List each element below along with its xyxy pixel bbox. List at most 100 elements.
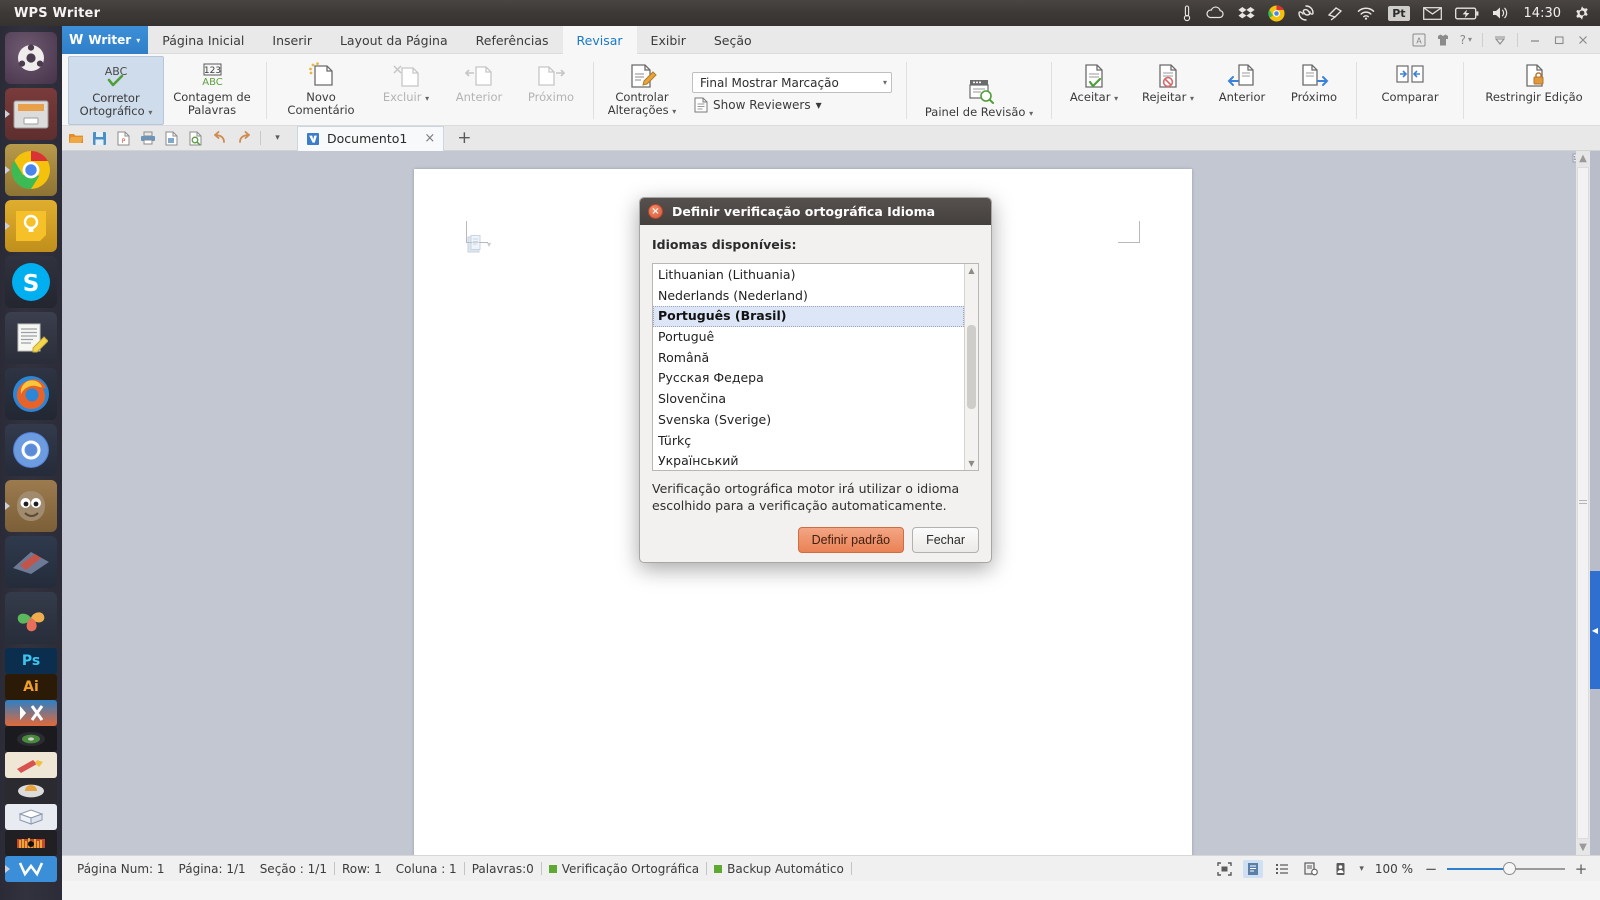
- delete-comment-button[interactable]: Excluir ▾: [369, 56, 443, 125]
- find-icon[interactable]: [187, 130, 204, 147]
- chevron-down-icon[interactable]: ▾: [1114, 94, 1118, 103]
- reject-change-button[interactable]: Rejeitar ▾: [1130, 56, 1206, 125]
- chevron-down-icon[interactable]: ▾: [1190, 94, 1194, 103]
- list-item[interactable]: Slovenčina: [653, 389, 964, 410]
- chevron-down-icon[interactable]: ▾: [136, 36, 140, 45]
- gear-icon[interactable]: [1574, 2, 1590, 24]
- zoom-in-button[interactable]: +: [1574, 860, 1588, 878]
- tab-exibir[interactable]: Exibir: [637, 26, 700, 54]
- list-item[interactable]: Русская Федера: [653, 368, 964, 389]
- collapse-ribbon-icon[interactable]: [1493, 34, 1507, 46]
- kite-icon[interactable]: [1327, 2, 1344, 24]
- list-item[interactable]: Portuguê: [653, 327, 964, 348]
- maximize-icon[interactable]: [1552, 34, 1566, 46]
- scrollbar-thumb[interactable]: [967, 325, 976, 409]
- document-tab-documento1[interactable]: Documento1 ×: [297, 125, 445, 151]
- previous-comment-button[interactable]: Anterior: [443, 56, 515, 125]
- launcher-item-gimp[interactable]: [5, 480, 57, 532]
- writer-app-button[interactable]: W Writer ▾: [62, 26, 149, 54]
- tab-inserir[interactable]: Inserir: [258, 26, 326, 54]
- track-changes-button[interactable]: Controlar Alterações ▾: [600, 56, 684, 125]
- list-item-selected[interactable]: Português (Brasil): [653, 306, 964, 328]
- help-icon[interactable]: ? ▾: [1460, 33, 1472, 47]
- reading-layout-icon[interactable]: [1330, 860, 1350, 878]
- launcher-item-firefox[interactable]: [5, 368, 57, 420]
- launcher-item-paint[interactable]: [5, 752, 57, 778]
- battery-icon[interactable]: [1454, 2, 1479, 24]
- full-screen-view-icon[interactable]: [1214, 860, 1234, 878]
- status-spellcheck[interactable]: Verificação Ortográfica: [542, 862, 706, 876]
- outline-view-icon[interactable]: [1272, 860, 1292, 878]
- list-item[interactable]: Svenska (Sverige): [653, 410, 964, 431]
- tab-pagina-inicial[interactable]: Página Inicial: [148, 26, 258, 54]
- scrollbar-thumb[interactable]: [1577, 167, 1589, 839]
- chevron-down-icon[interactable]: ▾: [883, 78, 887, 87]
- mail-icon[interactable]: [1422, 2, 1442, 24]
- launcher-item-box[interactable]: [5, 804, 57, 830]
- close-icon[interactable]: ×: [648, 204, 663, 219]
- word-count-button[interactable]: 123 ABC Contagem de Palavras: [164, 56, 260, 125]
- launcher-item-chrome[interactable]: [5, 144, 57, 196]
- list-item[interactable]: Română: [653, 348, 964, 369]
- chrome-icon[interactable]: [1268, 2, 1285, 24]
- zoom-level-label[interactable]: 100 %: [1373, 862, 1415, 876]
- list-item[interactable]: Lithuanian (Lithuania): [653, 265, 964, 286]
- show-reviewers-button[interactable]: Show Reviewers ▾: [692, 97, 892, 113]
- spell-check-button[interactable]: ABC Corretor Ortográfico ▾: [68, 56, 164, 125]
- next-comment-button[interactable]: Próximo: [515, 56, 587, 125]
- panel-clock[interactable]: 14:30: [1524, 6, 1561, 21]
- close-icon[interactable]: ×: [424, 131, 435, 146]
- skin-icon[interactable]: [1436, 33, 1450, 47]
- zoom-out-button[interactable]: −: [1424, 860, 1438, 878]
- tab-layout-da-pagina[interactable]: Layout da Página: [326, 26, 462, 54]
- dropbox-icon[interactable]: [1238, 2, 1255, 24]
- launcher-item-files[interactable]: [5, 88, 57, 140]
- restrict-editing-button[interactable]: Restringir Edição: [1470, 56, 1598, 125]
- list-item[interactable]: Türkç: [653, 431, 964, 452]
- display-for-review-combo[interactable]: Final Mostrar Marcação ▾: [692, 72, 892, 93]
- review-pane-button[interactable]: Painel de Revisão ▾: [913, 56, 1045, 125]
- chevron-down-icon[interactable]: ▾: [148, 108, 152, 117]
- compare-button[interactable]: Comparar: [1363, 56, 1457, 125]
- launcher-item-skype[interactable]: S: [5, 256, 57, 308]
- thermometer-icon[interactable]: [1182, 2, 1192, 24]
- scroll-up-arrow-icon[interactable]: ▲: [1579, 151, 1587, 166]
- web-layout-view-icon[interactable]: [1301, 860, 1321, 878]
- view-dropdown-caret-icon[interactable]: ▾: [1359, 864, 1364, 874]
- launcher-item-pinwheel[interactable]: [5, 592, 57, 644]
- launcher-item-media[interactable]: [5, 778, 57, 804]
- launcher-item-chromium[interactable]: [5, 424, 57, 476]
- print-icon[interactable]: [139, 130, 156, 147]
- close-button[interactable]: Fechar: [912, 527, 979, 553]
- launcher-item-photoshop[interactable]: Ps: [5, 648, 57, 674]
- chevron-down-icon[interactable]: ▾: [425, 94, 429, 103]
- export-pdf-icon[interactable]: P: [115, 130, 132, 147]
- chevron-down-icon[interactable]: ▾: [672, 107, 676, 116]
- chevron-down-icon[interactable]: ▾: [1029, 109, 1033, 118]
- volume-icon[interactable]: [1492, 2, 1511, 24]
- zoom-slider[interactable]: [1447, 862, 1565, 876]
- list-item[interactable]: Nederlands (Nederland): [653, 286, 964, 307]
- launcher-item-text-editor[interactable]: [5, 312, 57, 364]
- paste-options-icon[interactable]: ▾: [467, 235, 491, 254]
- cloud-icon[interactable]: [1205, 2, 1225, 24]
- zoom-slider-knob[interactable]: [1503, 862, 1516, 875]
- shutter-icon[interactable]: [1298, 2, 1314, 24]
- tab-secao[interactable]: Seção: [700, 26, 766, 54]
- tab-referencias[interactable]: Referências: [462, 26, 563, 54]
- accept-change-button[interactable]: Aceitar ▾: [1058, 56, 1130, 125]
- customize-caret-icon[interactable]: ▾: [269, 130, 286, 147]
- launcher-item-kx[interactable]: [5, 700, 57, 726]
- launcher-item-keep[interactable]: [5, 200, 57, 252]
- launcher-item-gradient[interactable]: [5, 536, 57, 588]
- keyboard-layout-indicator[interactable]: Pt: [1388, 2, 1410, 24]
- open-icon[interactable]: [67, 130, 84, 147]
- print-layout-view-icon[interactable]: [1243, 859, 1264, 878]
- launcher-item-disc[interactable]: [5, 726, 57, 752]
- new-comment-button[interactable]: Novo Comentário: [273, 56, 369, 125]
- new-document-tab-button[interactable]: +: [457, 129, 471, 147]
- minimize-icon[interactable]: [1528, 34, 1542, 46]
- save-icon[interactable]: [91, 130, 108, 147]
- tab-revisar[interactable]: Revisar: [562, 26, 637, 54]
- set-default-button[interactable]: Definir padrão: [797, 527, 905, 553]
